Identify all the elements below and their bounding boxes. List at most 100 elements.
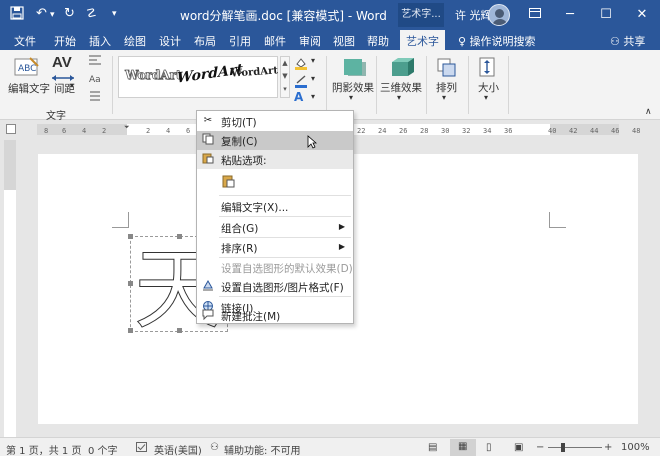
paste-keep-source-button[interactable] (197, 169, 353, 193)
menu-item-set-default-effect: 设置自选图形的默认效果(D) (197, 258, 353, 277)
shadow-effects-icon[interactable] (336, 56, 376, 78)
ruler-label: 36 (504, 127, 513, 135)
print-layout-button[interactable]: ▦ (450, 439, 476, 456)
collapse-ribbon-icon[interactable]: ∧ (645, 107, 652, 117)
language[interactable]: 英语(美国) (154, 442, 202, 456)
web-layout-icon[interactable]: ▣ (514, 442, 523, 453)
zoom-in-button[interactable]: + (604, 442, 612, 453)
wordart-gallery[interactable]: WordArt WordArt WordArt (118, 56, 278, 98)
redo-icon[interactable]: ↻ (64, 6, 75, 21)
menu-item-group[interactable]: 组合(G) ▶ (197, 218, 353, 237)
ruler-label: 32 (462, 127, 471, 135)
close-button[interactable]: ✕ (624, 0, 660, 30)
edit-text-button[interactable]: 编辑文字 (8, 81, 50, 96)
zoom-level[interactable]: 100% (621, 442, 650, 453)
shape-outline-icon[interactable] (294, 74, 308, 91)
tab-help[interactable]: 帮助 (367, 33, 389, 49)
menu-item-edit-text[interactable]: 编辑文字(X)... (197, 197, 353, 216)
text-effects-icon[interactable]: A (294, 90, 303, 104)
vertical-ruler[interactable] (4, 150, 16, 440)
size-button[interactable]: 大小 (478, 80, 499, 95)
shape-fill-dropdown-icon[interactable]: ▾ (311, 56, 315, 65)
wordart-style-1[interactable]: WordArt (125, 68, 182, 83)
resize-handle[interactable] (128, 328, 133, 333)
tab-selector-icon[interactable] (6, 124, 16, 134)
tab-design[interactable]: 设计 (159, 33, 181, 49)
tab-file[interactable]: 文件 (14, 33, 36, 49)
shape-fill-icon[interactable] (294, 56, 308, 73)
ruler-label: 26 (399, 127, 408, 135)
three-d-effects-icon[interactable] (382, 56, 422, 78)
three-d-effects-dropdown-icon[interactable]: ▾ (397, 93, 401, 102)
zoom-out-button[interactable]: − (536, 442, 544, 453)
customize-icon[interactable]: ☡ (86, 6, 97, 20)
accessibility-status[interactable]: 辅助功能: 不可用 (224, 442, 301, 456)
arrange-icon[interactable] (426, 56, 466, 78)
quick-access-dropdown-icon[interactable]: ▾ (112, 9, 117, 19)
spacing-icon[interactable]: AV (52, 54, 72, 71)
ruler-label: 6 (62, 127, 67, 135)
indent-marker-icon[interactable]: ⏷ (124, 123, 130, 132)
save-icon[interactable] (10, 6, 24, 24)
arrange-button[interactable]: 排列 (436, 80, 457, 95)
menu-item-cut[interactable]: ✂ 剪切(T) (197, 112, 353, 131)
tab-review[interactable]: 审阅 (299, 33, 321, 49)
gallery-scroll[interactable]: ▲ ▼ ▾ (280, 56, 290, 98)
size-dropdown-icon[interactable]: ▾ (484, 93, 488, 102)
shape-outline-dropdown-icon[interactable]: ▾ (311, 74, 315, 83)
tell-me-label: 操作说明搜索 (469, 35, 536, 48)
submenu-arrow-icon: ▶ (338, 242, 345, 251)
user-name[interactable]: 许 光辉 (455, 7, 492, 23)
tab-draw[interactable]: 绘图 (124, 33, 146, 49)
ruler-label: 22 (357, 127, 366, 135)
size-icon[interactable] (467, 56, 507, 78)
maximize-button[interactable]: ☐ (588, 0, 624, 30)
proofing-icon[interactable] (136, 442, 147, 455)
tab-wordart[interactable]: 艺术字 (400, 30, 445, 50)
menu-item-label: 粘贴选项: (221, 155, 267, 167)
tell-me-search[interactable]: ♀ 操作说明搜索 (458, 33, 536, 49)
tab-layout[interactable]: 布局 (194, 33, 216, 49)
resize-handle[interactable] (177, 328, 182, 333)
focus-mode-icon[interactable]: ▤ (428, 442, 437, 453)
text-direction-icon[interactable] (88, 90, 102, 105)
minimize-button[interactable]: ─ (552, 0, 588, 30)
ribbon-display-options-icon[interactable] (517, 0, 553, 30)
tab-home[interactable]: 开始 (54, 33, 76, 49)
title-bar: ↶ ▾ ↻ ☡ ▾ word分解笔画.doc [兼容模式] - Word 艺术字… (0, 0, 660, 30)
menu-item-copy[interactable]: 复制(C) (197, 131, 353, 150)
menu-item-order[interactable]: 排序(R) ▶ (197, 238, 353, 257)
text-height-icon[interactable]: Aa (88, 72, 102, 87)
align-left-icon[interactable] (88, 54, 102, 69)
menu-item-label: 剪切(T) (221, 117, 257, 129)
ruler-margin-right (550, 124, 619, 135)
resize-handle[interactable] (128, 234, 133, 239)
page-count[interactable]: 第 1 页，共 1 页 (6, 442, 81, 456)
tab-mailings[interactable]: 邮件 (264, 33, 286, 49)
menu-item-new-comment[interactable]: 新建批注(M) (197, 306, 353, 325)
spacing-dropdown-icon[interactable]: ▾ (70, 81, 74, 90)
avatar[interactable] (488, 4, 510, 26)
tab-view[interactable]: 视图 (333, 33, 355, 49)
resize-handle[interactable] (177, 234, 182, 239)
word-count[interactable]: 0 个字 (88, 442, 118, 456)
vertical-ruler-margin (4, 140, 16, 190)
tab-insert[interactable]: 插入 (89, 33, 111, 49)
share-button[interactable]: ⚇ 共享 (610, 33, 645, 49)
menu-item-format-shape[interactable]: 设置自选图形/图片格式(F) (197, 277, 353, 296)
comment-icon (201, 308, 215, 322)
zoom-slider-thumb[interactable] (561, 443, 565, 452)
arrange-dropdown-icon[interactable]: ▾ (442, 93, 446, 102)
resize-handle[interactable] (128, 281, 133, 286)
undo-icon[interactable]: ↶ (36, 6, 47, 21)
tab-references[interactable]: 引用 (229, 33, 251, 49)
wordart-style-3[interactable]: WordArt (231, 65, 279, 79)
ruler-label: 44 (590, 127, 599, 135)
shadow-effects-dropdown-icon[interactable]: ▾ (349, 93, 353, 102)
undo-dropdown-icon[interactable]: ▾ (50, 10, 55, 20)
edit-text-icon[interactable]: ABC (14, 56, 40, 78)
text-effects-dropdown-icon[interactable]: ▾ (311, 92, 315, 101)
lightbulb-icon: ♀ (458, 35, 467, 48)
zoom-slider[interactable] (548, 447, 602, 448)
read-mode-icon[interactable]: ▯ (486, 442, 492, 453)
